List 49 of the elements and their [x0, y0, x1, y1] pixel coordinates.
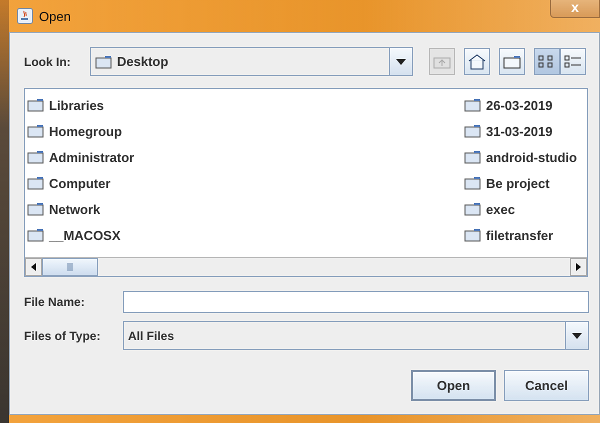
caret-icon [396, 58, 406, 64]
folder-item[interactable]: __MACOSX [27, 222, 134, 248]
window-title: Open [39, 8, 71, 24]
file-name-field[interactable] [123, 291, 589, 313]
folder-item[interactable]: filetransfer [464, 222, 577, 248]
file-type-dropdown[interactable]: All Files [123, 321, 589, 350]
folder-item[interactable]: exec [464, 196, 577, 222]
caret-icon [572, 332, 582, 338]
folder-icon [464, 150, 481, 164]
folder-icon [464, 98, 481, 112]
horizontal-scrollbar[interactable] [25, 257, 587, 276]
home-icon [468, 54, 486, 70]
folder-icon [464, 124, 481, 138]
folder-item[interactable]: 31-03-2019 [464, 118, 577, 144]
folder-item[interactable]: android-studio [464, 144, 577, 170]
folder-item[interactable]: Libraries [27, 92, 134, 118]
folder-icon [464, 202, 481, 216]
look-in-dropdown[interactable]: Desktop [90, 47, 413, 76]
folder-icon [464, 176, 481, 190]
cup-icon [17, 8, 33, 24]
folder-icon [27, 228, 44, 242]
folder-icon [503, 54, 521, 68]
look-in-label: Look In: [24, 54, 72, 68]
details-button[interactable] [560, 48, 586, 75]
newfolder-button[interactable] [499, 48, 525, 75]
left-arrow-icon[interactable] [31, 263, 36, 271]
right-arrow-icon[interactable] [576, 263, 581, 271]
folder-item[interactable]: Administrator [27, 144, 134, 170]
folder-icon [95, 54, 112, 68]
home-button[interactable] [464, 48, 490, 75]
file-name-label: File Name: [24, 295, 86, 309]
folder-icon [27, 124, 44, 138]
list-button[interactable] [534, 48, 560, 75]
open-button[interactable]: Open [411, 370, 496, 401]
up-folder-icon [433, 54, 451, 68]
list-icon [564, 54, 582, 68]
folder-item[interactable]: Computer [27, 170, 134, 196]
folder-icon [464, 228, 481, 242]
grip-icon[interactable] [67, 263, 73, 271]
folder-icon [27, 150, 44, 164]
folder-item[interactable]: 26-03-2019 [464, 92, 577, 118]
folder-item[interactable]: Be project [464, 170, 577, 196]
cancel-button[interactable]: Cancel [504, 370, 589, 401]
file-type-label: Files of Type: [24, 328, 102, 342]
folder-icon [27, 202, 44, 216]
folder-icon [27, 98, 44, 112]
folder-icon [27, 176, 44, 190]
folder-item[interactable]: Homegroup [27, 118, 134, 144]
folder-item[interactable]: Network [27, 196, 134, 222]
